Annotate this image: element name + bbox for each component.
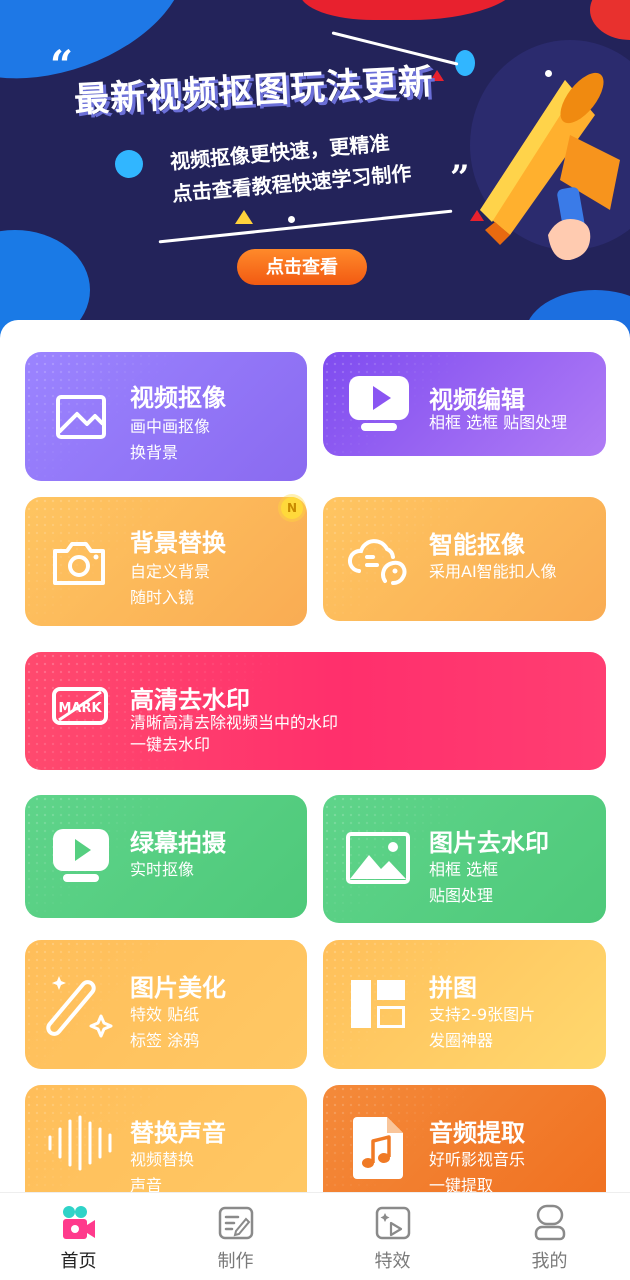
nav-item-create[interactable]: 制作 [157,1193,314,1280]
sound-wave-icon [48,1115,112,1171]
home-camera-icon [63,1206,95,1239]
card-title: 智能抠像 [429,531,525,559]
card-desc: 发圈神器 [429,1031,494,1050]
quote-mark-icon: “ [50,42,74,89]
feature-card-video-edit[interactable]: 视频编辑 相框 选框 贴图处理 [323,352,606,456]
card-desc: 一键提取 [429,1176,494,1192]
nav-item-home[interactable]: 首页 [0,1193,157,1280]
view-tutorial-button[interactable]: 点击查看 [237,249,367,285]
card-desc: 相框 选框 [429,860,499,879]
nav-label: 制作 [217,1251,254,1272]
decor-triangle [235,210,253,224]
decor-blob [590,0,630,40]
card-title: 拼图 [429,974,477,1002]
feature-card-smart-matting[interactable]: 智能抠像 采用AI智能扣人像 [323,497,606,621]
video-play-icon [349,376,409,431]
nav-item-profile[interactable]: 我的 [471,1193,628,1280]
card-desc: 特效 贴纸 [130,1005,200,1024]
card-title: 替换声音 [130,1119,226,1147]
camera-icon [53,542,105,585]
card-desc: 画中画抠像 [130,417,211,436]
card-title: 音频提取 [429,1119,525,1147]
bottom-nav: 首页 制作 特效 我的 [0,1192,630,1280]
card-desc: 自定义背景 [130,562,211,581]
feature-card-video-matting[interactable]: 视频抠像 画中画抠像 换背景 [25,352,307,481]
decor-dot [288,216,295,223]
decor-blob [300,0,520,20]
card-desc: 相框 选框 贴图处理 [429,413,568,432]
card-desc: 标签 涂鸦 [130,1031,200,1050]
music-file-icon [353,1117,403,1179]
mark-icon: MARK [52,687,108,725]
image-frame-icon [56,395,106,439]
nav-label: 首页 [60,1251,97,1272]
magic-wand-icon [46,976,113,1038]
feature-card-green-screen[interactable]: 绿幕拍摄 实时抠像 [25,795,307,918]
nav-label: 特效 [374,1251,411,1272]
card-title: 背景替换 [130,529,226,557]
feature-card-image-beauty[interactable]: 图片美化 特效 贴纸 标签 涂鸦 [25,940,307,1069]
card-desc: 支持2-9张图片 [429,1005,536,1024]
feature-card-replace-audio[interactable]: 替换声音 视频替换 声音 [25,1085,307,1192]
monitor-play-icon [53,829,109,882]
picture-icon [346,832,410,884]
feature-card-audio-extract[interactable]: 音频提取 好听影视音乐 一键提取 [323,1085,606,1192]
new-badge: N [281,497,303,519]
card-desc: 采用AI智能扣人像 [429,562,557,581]
decor-blob [115,150,143,178]
svg-text:MARK: MARK [58,701,102,716]
decor-line [158,209,453,244]
card-desc: 一键去水印 [130,735,211,754]
nav-label: 我的 [531,1251,568,1272]
card-title: 视频抠像 [130,384,226,412]
nav-item-effects[interactable]: 特效 [314,1193,471,1280]
edit-board-icon [218,1206,254,1240]
card-desc: 贴图处理 [429,886,494,905]
card-desc: 换背景 [130,443,179,462]
card-desc: 视频替换 [130,1150,195,1169]
banner-title: 最新视频抠图玩法更新 [73,62,435,121]
card-desc: 随时入镜 [130,588,195,607]
feature-card-collage[interactable]: 拼图 支持2-9张图片 发圈神器 [323,940,606,1069]
feature-card-hd-watermark[interactable]: MARK 高清去水印 清晰高清去除视频当中的水印 一键去水印 [25,652,606,770]
feature-card-image-watermark[interactable]: 图片去水印 相框 选框 贴图处理 [323,795,606,923]
collage-layout-icon [351,980,405,1028]
card-title: 绿幕拍摄 [130,829,226,857]
card-desc: 好听影视音乐 [429,1150,526,1169]
ai-face-icon [348,539,407,585]
promo-banner[interactable]: “ 最新视频抠图玩法更新 视频抠像更快速，更精准 点击查看教程快速学习制作 ” … [0,0,630,345]
card-title: 图片美化 [130,974,226,1002]
effects-icon [375,1206,411,1240]
quote-mark-icon: ” [450,158,470,198]
feature-grid: 视频抠像 画中画抠像 换背景 视频编辑 相框 选框 贴图处理 背景替换 自定义背… [0,320,630,1192]
card-desc: 声音 [130,1176,163,1192]
feature-card-bg-replace[interactable]: 背景替换 自定义背景 随时入镜 [25,497,307,626]
profile-icon [534,1204,566,1241]
card-title: 图片去水印 [429,829,549,857]
megaphone-icon [480,72,620,260]
card-desc: 实时抠像 [130,860,195,879]
